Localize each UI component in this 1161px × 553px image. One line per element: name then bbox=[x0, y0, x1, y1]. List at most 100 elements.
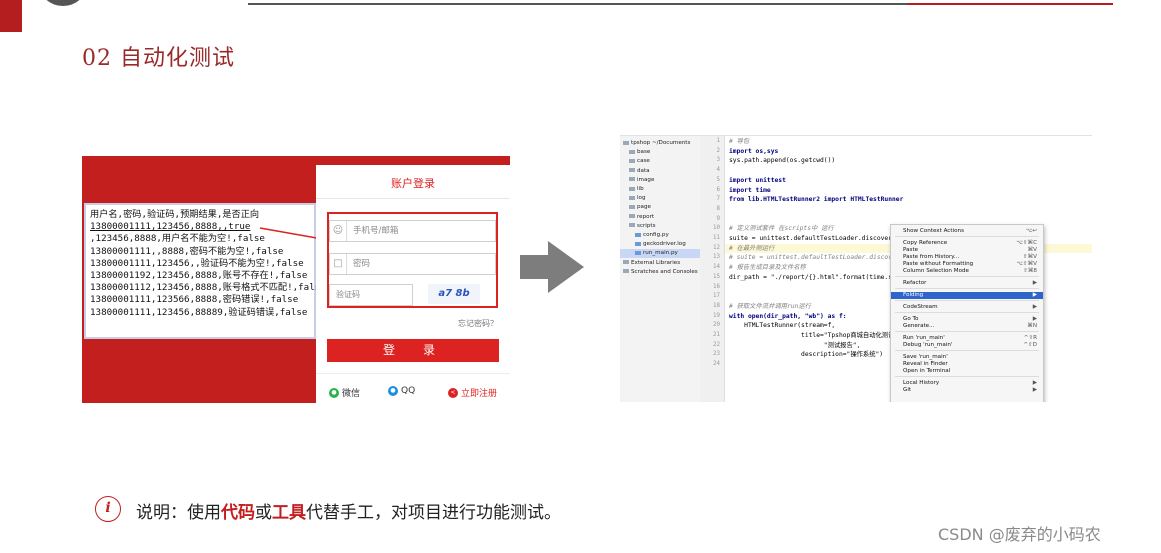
line-number: 19 bbox=[713, 312, 720, 319]
menu-item[interactable]: Reveal in Finder bbox=[891, 361, 1043, 368]
menu-item-label: Column Selection Mode bbox=[903, 268, 969, 274]
line-number: 1 bbox=[716, 138, 721, 144]
tree-item-label: page bbox=[637, 204, 651, 211]
menu-item[interactable]: Paste from History... ⇧⌘V bbox=[891, 254, 1043, 261]
test-data-box: 用户名,密码,验证码,预期结果,是否正向 13800001111,123456,… bbox=[84, 203, 326, 339]
menu-item-shortcut: ⇧⌘8 bbox=[1023, 268, 1037, 274]
captcha-image[interactable]: a7 8b bbox=[428, 284, 480, 304]
forgot-password-link[interactable]: 忘记密码？ bbox=[458, 318, 498, 329]
menu-item[interactable]: Debug 'run_main' ^⇧D bbox=[891, 342, 1043, 349]
test-data-row: 13800001111,123456,,验证码不能为空!,false bbox=[90, 257, 304, 269]
tree-item-label: config.py bbox=[643, 232, 669, 238]
line-number: 24 bbox=[713, 361, 720, 368]
menu-item-label: Debug 'run_main' bbox=[903, 342, 953, 348]
line-number: 2 bbox=[716, 147, 721, 154]
qq-login[interactable]: ● QQ bbox=[388, 386, 415, 396]
tree-item-label: run_main.py bbox=[643, 250, 678, 257]
folder-icon bbox=[629, 177, 635, 182]
menu-separator bbox=[895, 331, 1039, 332]
code-line[interactable]: import unittest bbox=[729, 176, 786, 186]
code-line[interactable]: description="操作系统") bbox=[729, 350, 883, 360]
tree-item-label: External Libraries bbox=[631, 259, 681, 266]
menu-separator bbox=[895, 236, 1039, 237]
folder-icon bbox=[629, 168, 635, 173]
code-line[interactable]: # 在最外侧运行 bbox=[729, 244, 774, 254]
menu-item[interactable]: Column Selection Mode ⇧⌘8 bbox=[891, 268, 1043, 275]
wechat-login[interactable]: ● 微信 bbox=[329, 386, 360, 399]
menu-item[interactable]: Run 'run_main' ^⇧R bbox=[891, 335, 1043, 342]
menu-item[interactable]: Folding ▶ bbox=[891, 292, 1043, 299]
tree-item[interactable]: data bbox=[620, 167, 709, 176]
tree-item[interactable]: report bbox=[620, 213, 709, 222]
test-data-row: 13800001192,123456,8888,账号不存在!,false bbox=[90, 270, 308, 282]
code-line[interactable]: # 获取文件流并调用run运行 bbox=[729, 302, 811, 312]
code-line[interactable]: import time bbox=[729, 186, 771, 196]
menu-item[interactable]: Show Context Actions ⌥↩ bbox=[891, 228, 1043, 235]
code-line[interactable]: sys.path.append(os.getcwd()) bbox=[729, 156, 835, 166]
tree-item[interactable]: lib bbox=[620, 185, 709, 194]
divider bbox=[316, 198, 510, 199]
code-line[interactable]: # 定义测试套件 在scripts中 运行 bbox=[729, 224, 834, 234]
folder-icon bbox=[629, 158, 635, 163]
line-number: 12 bbox=[713, 244, 720, 251]
line-number: 20 bbox=[713, 322, 720, 329]
code-line[interactable]: title="Tpshop商城自动化测试报告", bbox=[729, 331, 915, 341]
menu-item[interactable]: Paste without Formatting ⌥⇧⌘V bbox=[891, 261, 1043, 268]
line-number: 11 bbox=[713, 235, 720, 241]
phone-input[interactable]: ☺ 手机号/邮箱 bbox=[329, 220, 496, 242]
tree-item[interactable]: image bbox=[620, 176, 709, 185]
menu-item[interactable]: CodeStream ▶ bbox=[891, 304, 1043, 311]
line-gutter: 1 2 3 4 5 6 7 8 9 10 11 12 13 14 15 16 17 18 19 20 21 22 23 24 bbox=[700, 136, 725, 402]
file-icon bbox=[635, 250, 641, 255]
menu-item[interactable]: Paste ⌘V bbox=[891, 247, 1043, 254]
register-link[interactable]: < 立即注册 bbox=[448, 386, 497, 399]
divider bbox=[316, 373, 510, 374]
line-number: 8 bbox=[716, 205, 721, 212]
menu-item[interactable]: Copy Reference ⌥⇧⌘C bbox=[891, 240, 1043, 247]
menu-item[interactable]: Refactor ▶ bbox=[891, 280, 1043, 287]
note-emphasis-tool: 工具 bbox=[272, 503, 306, 523]
tree-item[interactable]: case bbox=[620, 157, 709, 166]
tree-item[interactable]: base bbox=[620, 148, 709, 157]
folder-icon bbox=[623, 140, 629, 145]
login-button[interactable]: 登 录 bbox=[327, 339, 499, 362]
tree-item[interactable]: Scratches and Consoles bbox=[620, 268, 703, 277]
test-data-row: 13800001111,123566,8888,密码错误!,false bbox=[90, 294, 299, 306]
tree-item[interactable]: page bbox=[620, 203, 709, 212]
tree-item[interactable]: log bbox=[620, 194, 709, 203]
menu-item[interactable]: Go To ▶ bbox=[891, 316, 1043, 323]
code-line[interactable]: HTMLTestRunner(stream=f, bbox=[729, 321, 835, 331]
tree-item-label: log bbox=[637, 195, 646, 202]
menu-item[interactable]: Git ▶ bbox=[891, 387, 1043, 394]
line-number: 13 bbox=[713, 254, 720, 261]
code-line[interactable]: # 导包 bbox=[729, 137, 749, 147]
menu-item[interactable]: Save 'run_main' bbox=[891, 354, 1043, 361]
menu-item[interactable]: Open in Terminal bbox=[891, 368, 1043, 375]
note-prefix: 说明：使用 bbox=[136, 503, 221, 523]
line-number: 6 bbox=[716, 186, 721, 193]
tree-item[interactable]: External Libraries bbox=[620, 259, 703, 268]
tree-item[interactable]: tpshop ~/Documents bbox=[620, 139, 703, 148]
code-line[interactable]: from lib.HTMLTestRunner2 import HTMLTest… bbox=[729, 195, 903, 205]
line-number: 17 bbox=[713, 293, 720, 300]
menu-item[interactable]: Local History ▶ bbox=[891, 380, 1043, 387]
tree-item-label: case bbox=[637, 158, 650, 165]
tree-item-label: base bbox=[637, 149, 651, 156]
menu-item-label: Run 'run_main' bbox=[903, 335, 945, 341]
note-text: 说明：使用代码或工具代替手工，对项目进行功能测试。 bbox=[136, 498, 561, 523]
tree-item-label: lib bbox=[637, 186, 644, 192]
code-line[interactable]: # 报告生成目录及文件名称 bbox=[729, 263, 806, 273]
menu-item-shortcut: ▶ bbox=[1032, 292, 1037, 298]
tree-item-label: image bbox=[637, 176, 655, 183]
code-line[interactable]: with open(dir_path, "wb") as f: bbox=[729, 312, 847, 322]
code-line[interactable]: import os,sys bbox=[729, 147, 778, 157]
password-input[interactable]: □ 密码 bbox=[329, 253, 496, 275]
project-tree: tpshop ~/Documents base case data image lib lo… bbox=[620, 136, 715, 402]
captcha-input[interactable]: 验证码 bbox=[329, 284, 413, 306]
tree-item[interactable]: scripts bbox=[620, 222, 709, 231]
menu-item[interactable]: Generate... ⌘N bbox=[891, 323, 1043, 330]
folder-icon bbox=[629, 204, 635, 209]
code-line[interactable]: "测试报告", bbox=[729, 341, 861, 351]
code-line[interactable]: # suite = unittest.defaultTestLoader.dis… bbox=[729, 253, 900, 263]
line-number: 9 bbox=[716, 215, 721, 222]
